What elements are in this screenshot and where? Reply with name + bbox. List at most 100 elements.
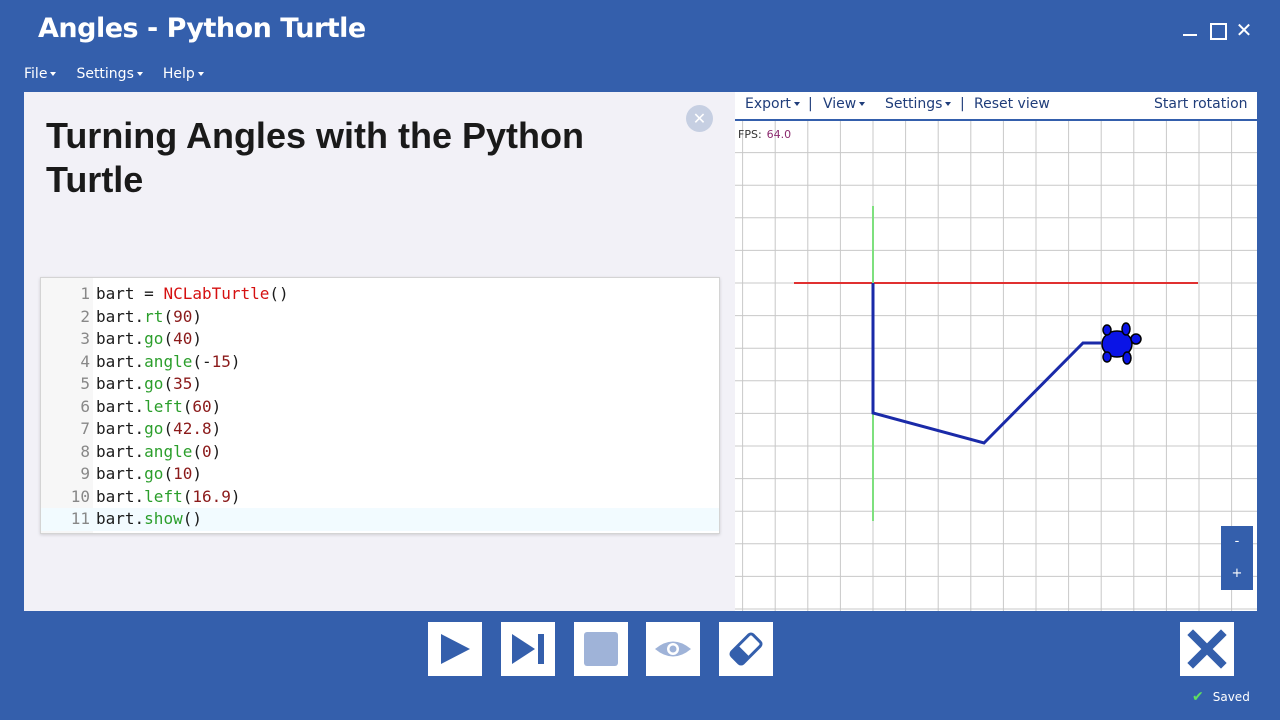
code-token: (- xyxy=(192,351,212,371)
code-line[interactable]: 3 bart.go(40) xyxy=(41,328,719,351)
lesson-heading: Turning Angles with the Python Turtle xyxy=(46,115,584,200)
code-line[interactable]: 9 bart.go(10) xyxy=(41,463,719,486)
window-title: Angles - Python Turtle xyxy=(38,13,366,44)
turtle-part xyxy=(1130,333,1142,345)
code-token: bart. xyxy=(96,396,145,416)
code-text: bart.go(40) xyxy=(96,328,202,351)
line-number: 7 xyxy=(80,419,90,438)
code-text: bart.show() xyxy=(96,508,202,531)
export-label: Export xyxy=(745,96,791,112)
code-token: bart. xyxy=(96,464,145,483)
step-forward-icon xyxy=(512,634,544,664)
view-button[interactable] xyxy=(646,622,700,676)
viewer-toolbar: Export | View Settings | Reset view Star… xyxy=(735,92,1257,119)
export-menu[interactable]: Export xyxy=(745,96,800,112)
code-token: bart. xyxy=(96,374,145,393)
zoom-in-button[interactable]: + xyxy=(1221,558,1253,590)
line-number: 9 xyxy=(80,464,90,483)
toolbar-separator: | xyxy=(808,96,813,112)
menu-settings-label: Settings xyxy=(76,66,134,82)
code-text: bart = NCLabTurtle() xyxy=(96,283,289,306)
zoom-out-button[interactable]: - xyxy=(1221,526,1253,558)
menu-help-label: Help xyxy=(162,66,195,82)
code-line[interactable]: 8 bart.angle(0) xyxy=(41,441,719,464)
turtle-part xyxy=(1102,324,1112,336)
toolbar-separator: | xyxy=(960,96,965,112)
menu-bar: File Settings Help xyxy=(24,66,204,88)
code-token: bart. xyxy=(96,509,145,528)
erase-button[interactable] xyxy=(719,622,773,676)
line-number: 4 xyxy=(80,351,90,371)
viewer-settings-menu[interactable]: Settings xyxy=(885,96,952,112)
window-close-button[interactable]: ✕ xyxy=(1234,20,1254,40)
code-text: bart.left(16.9) xyxy=(96,486,241,509)
title-bar: Angles - Python Turtle ✕ xyxy=(0,0,1280,62)
minimize-button[interactable] xyxy=(1181,20,1201,40)
fps-value: 64.0 xyxy=(766,128,792,141)
code-token: left xyxy=(144,486,183,506)
reset-view-button[interactable]: Reset view xyxy=(974,96,1050,112)
check-icon: ✔ xyxy=(1192,689,1204,705)
menu-file[interactable]: File xyxy=(24,66,57,88)
code-token: ) xyxy=(192,306,202,326)
saved-label: Saved xyxy=(1212,690,1250,704)
code-token: angle xyxy=(144,351,193,371)
code-text: bart.go(42.8) xyxy=(96,418,221,441)
code-line[interactable]: 10 bart.left(16.9) xyxy=(41,486,719,509)
code-token: 10 xyxy=(173,464,193,483)
code-token: bart. xyxy=(96,306,145,326)
code-editor[interactable]: 1 bart = NCLabTurtle() 2 bart.rt(90) 3 bart.g… xyxy=(40,277,720,534)
code-token: () xyxy=(182,509,202,528)
code-token: go xyxy=(144,374,164,393)
maximize-button[interactable] xyxy=(1207,20,1227,40)
zoom-controls: - + xyxy=(1221,526,1253,590)
code-token: bart. xyxy=(96,329,145,348)
menu-file-label: File xyxy=(24,66,48,82)
code-token: go xyxy=(144,419,164,438)
menu-settings[interactable]: Settings xyxy=(76,66,143,88)
view-menu[interactable]: View xyxy=(823,96,866,112)
code-line[interactable]: 4 bart.angle(-15) xyxy=(41,351,719,374)
code-token: go xyxy=(144,464,164,483)
line-number: 8 xyxy=(80,441,90,461)
play-button[interactable] xyxy=(428,622,482,676)
code-token: ( xyxy=(163,419,174,438)
line-number: 3 xyxy=(80,329,90,348)
code-token: ( xyxy=(163,464,174,483)
exit-button[interactable] xyxy=(1180,622,1234,676)
close-lesson-button[interactable]: ✕ xyxy=(686,105,713,132)
code-token: ) xyxy=(192,329,202,348)
turtle-canvas[interactable]: FPS: 64.0 xyxy=(735,121,1257,611)
code-token: bart. xyxy=(96,486,145,506)
turtle-viewer: Export | View Settings | Reset view Star… xyxy=(735,92,1257,611)
stop-button[interactable] xyxy=(574,622,628,676)
eraser-icon xyxy=(729,632,763,666)
code-token: 15 xyxy=(211,351,231,371)
code-line[interactable]: 1 bart = NCLabTurtle() xyxy=(41,283,719,306)
menu-help[interactable]: Help xyxy=(163,66,204,88)
code-line[interactable]: 7 bart.go(42.8) xyxy=(41,418,719,441)
code-line[interactable]: 6 bart.left(60) xyxy=(41,396,719,419)
code-token: 42.8 xyxy=(173,419,212,438)
close-icon xyxy=(1187,629,1227,669)
code-token: ( xyxy=(163,306,174,326)
start-rotation-button[interactable]: Start rotation xyxy=(1154,96,1248,112)
caret-down-icon xyxy=(859,102,866,106)
fps-readout: FPS: 64.0 xyxy=(738,128,791,141)
step-button[interactable] xyxy=(501,622,555,676)
code-text: bart.rt(90) xyxy=(96,306,202,329)
turtle-path xyxy=(871,283,1101,445)
code-token: bart. xyxy=(96,441,145,461)
code-line[interactable]: 2 bart.rt(90) xyxy=(41,306,719,329)
code-token: 16.9 xyxy=(192,486,231,506)
code-token: () xyxy=(269,284,289,303)
code-token: ) xyxy=(230,351,241,371)
caret-down-icon xyxy=(50,72,57,76)
code-line[interactable]: 5 bart.go(35) xyxy=(41,373,719,396)
line-number: 1 xyxy=(80,284,90,303)
code-token: ( xyxy=(163,374,174,393)
code-token: go xyxy=(144,329,164,348)
code-line[interactable]: 11 bart.show() xyxy=(41,508,719,531)
code-token: 90 xyxy=(173,306,193,326)
code-token: ( xyxy=(163,329,174,348)
